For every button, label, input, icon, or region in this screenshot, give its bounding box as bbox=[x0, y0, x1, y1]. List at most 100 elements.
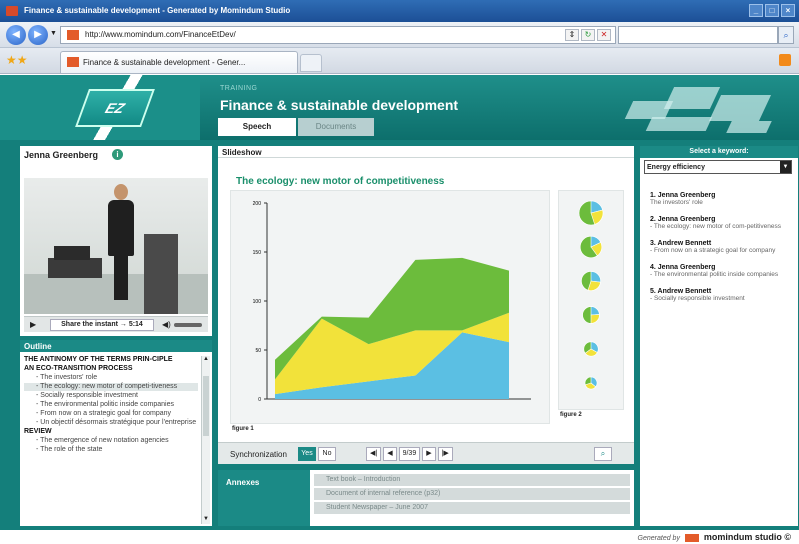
outline-item[interactable]: - The emergence of new notation agencies bbox=[24, 437, 198, 445]
volume-icon[interactable]: ◀) bbox=[162, 320, 171, 329]
pie-chart bbox=[584, 376, 598, 390]
outline-item[interactable]: THE ANTINOMY OF THE TERMS PRIN-CIPLE bbox=[24, 356, 198, 364]
first-slide-button[interactable]: ◀| bbox=[366, 447, 382, 461]
refresh-icon[interactable]: ↻ bbox=[581, 29, 595, 41]
course-title: Finance & sustainable development bbox=[220, 97, 459, 113]
outline-item[interactable]: - The role of the state bbox=[24, 446, 198, 454]
figure-1-label: figure 1 bbox=[232, 426, 254, 432]
tab-documents[interactable]: Documents bbox=[298, 118, 374, 136]
outline-list: THE ANTINOMY OF THE TERMS PRIN-CIPLE AN E… bbox=[24, 356, 198, 524]
rss-icon[interactable] bbox=[779, 54, 791, 66]
outline-item[interactable]: AN ECO-TRANSITION PROCESS bbox=[24, 365, 198, 373]
outline-item[interactable]: - Un objectif désormais stratégique pour… bbox=[24, 419, 198, 427]
dropdown-icon[interactable]: ⇕ bbox=[565, 29, 579, 41]
keyword-result[interactable]: 3. Andrew Bennett - From now on a strateg… bbox=[650, 240, 790, 255]
volume-slider[interactable] bbox=[174, 323, 202, 327]
close-button[interactable]: × bbox=[781, 4, 795, 17]
figure-2-label: figure 2 bbox=[560, 412, 582, 418]
outline-item[interactable]: - The environmental politic inside compa… bbox=[24, 401, 198, 409]
outline-item[interactable]: - Socially responsible investment bbox=[24, 392, 198, 400]
keyword-result-desc: The investors' role bbox=[650, 199, 703, 206]
outline-item[interactable]: - The investors' role bbox=[24, 374, 198, 382]
keyword-result-desc: - The ecology: new motor of com-petitive… bbox=[650, 223, 782, 230]
keyword-result-name: 5. Andrew Bennett bbox=[650, 288, 712, 295]
slideshow-panel: Slideshow The ecology: new motor of comp… bbox=[218, 146, 634, 464]
keyword-selected: Energy efficiency bbox=[647, 164, 705, 171]
pager: ◀| ◀ 9/39 ▶ |▶ bbox=[366, 447, 453, 461]
keyword-result-name: 2. Jenna Greenberg bbox=[650, 216, 716, 223]
maximize-button[interactable]: □ bbox=[765, 4, 779, 17]
keyword-header: Select a keyword: bbox=[640, 146, 798, 158]
y-tick-label: 50 bbox=[255, 348, 261, 354]
y-tick-label: 0 bbox=[258, 397, 261, 403]
search-icon[interactable]: ⌕ bbox=[778, 26, 794, 44]
tab-speech[interactable]: Speech bbox=[218, 118, 296, 136]
keyword-result[interactable]: 4. Jenna Greenberg - The environmental po… bbox=[650, 264, 790, 279]
info-icon[interactable]: i bbox=[112, 149, 123, 160]
keyword-result[interactable]: 1. Jenna Greenberg The investors' role bbox=[650, 192, 790, 207]
outline-item[interactable]: - From now on a strategic goal for compa… bbox=[24, 410, 198, 418]
site-favicon-icon bbox=[67, 30, 79, 40]
presenter-video[interactable] bbox=[24, 178, 208, 314]
presenter-name: Jenna Greenberg bbox=[24, 150, 99, 160]
keyword-result-name: 4. Jenna Greenberg bbox=[650, 264, 716, 271]
brand-name: momindum studio © bbox=[703, 532, 791, 542]
minimize-button[interactable]: _ bbox=[749, 4, 763, 17]
figure-1: 0 50 100 150 200 bbox=[230, 190, 550, 424]
figure-2 bbox=[558, 190, 624, 410]
app-icon bbox=[6, 6, 18, 16]
bookmark-star-icon[interactable]: ★★ bbox=[6, 53, 28, 67]
y-tick-label: 200 bbox=[253, 201, 262, 207]
keyword-result-name: 1. Jenna Greenberg bbox=[650, 192, 716, 199]
keyword-result-desc: - Socially responsible investment bbox=[650, 295, 745, 302]
outline-scrollbar[interactable]: ▲ ▼ bbox=[201, 356, 210, 524]
history-dropdown-icon[interactable]: ▼ bbox=[50, 30, 57, 37]
area-chart: 0 50 100 150 200 bbox=[253, 201, 531, 403]
outline-item[interactable]: REVIEW bbox=[24, 428, 198, 436]
keyword-result-desc: - The environmental politic inside compa… bbox=[650, 271, 779, 278]
new-tab-button[interactable] bbox=[300, 54, 322, 72]
stop-icon[interactable]: ✕ bbox=[597, 29, 611, 41]
sync-bar: Synchronization Yes No ◀| ◀ 9/39 ▶ |▶ ⌕ bbox=[218, 442, 634, 464]
last-slide-button[interactable]: |▶ bbox=[437, 447, 453, 461]
pie-chart bbox=[583, 341, 599, 357]
annex-item[interactable]: Text book – Introduction bbox=[314, 474, 630, 486]
search-input[interactable] bbox=[618, 26, 778, 44]
app-header: EZ TRAINING Finance & sustainable develo… bbox=[0, 75, 799, 140]
sync-yes-button[interactable]: Yes bbox=[298, 447, 316, 461]
navigation-bar: ◀ ▶ ▼ http://www.momindum.com/FinanceEtD… bbox=[0, 22, 799, 48]
tab-bar: ★★ Finance & sustainable development - G… bbox=[0, 48, 799, 74]
play-icon[interactable]: ▶ bbox=[30, 320, 36, 329]
keyword-result[interactable]: 2. Jenna Greenberg - The ecology: new mot… bbox=[650, 216, 790, 231]
outline-title: Outline bbox=[20, 340, 212, 352]
sync-no-button[interactable]: No bbox=[318, 447, 336, 461]
annexes-title: Annexes bbox=[218, 470, 310, 526]
keyword-select[interactable]: Energy efficiency ▼ bbox=[644, 160, 792, 174]
prev-slide-button[interactable]: ◀ bbox=[383, 447, 397, 461]
keyword-result-name: 3. Andrew Bennett bbox=[650, 240, 712, 247]
slide-counter: 9/39 bbox=[398, 447, 421, 461]
forward-button[interactable]: ▶ bbox=[28, 25, 48, 45]
address-bar[interactable]: http://www.momindum.com/FinanceEtDev/ ⇕ … bbox=[60, 26, 616, 44]
outline-item[interactable]: - The ecology: new motor of competi-tive… bbox=[24, 383, 198, 391]
generated-by-label: Generated by bbox=[637, 535, 680, 542]
header-decoration bbox=[619, 81, 789, 136]
next-slide-button[interactable]: ▶ bbox=[422, 447, 436, 461]
pie-chart bbox=[578, 200, 604, 226]
y-tick-label: 100 bbox=[253, 299, 262, 305]
outline-panel: Outline THE ANTINOMY OF THE TERMS PRIN-C… bbox=[20, 340, 212, 526]
keyword-result[interactable]: 5. Andrew Bennett - Socially responsible … bbox=[650, 288, 790, 303]
annex-item[interactable]: Document of internal reference (p32) bbox=[314, 488, 630, 500]
presenter-panel: Jenna Greenberg i ▶ Share the instant → … bbox=[20, 146, 212, 336]
logo-area: EZ bbox=[0, 75, 200, 140]
tab-title: Finance & sustainable development - Gene… bbox=[83, 58, 246, 67]
back-button[interactable]: ◀ bbox=[6, 25, 26, 45]
keyword-result-desc: - From now on a strategic goal for compa… bbox=[650, 247, 776, 254]
chevron-down-icon[interactable]: ▼ bbox=[780, 161, 791, 173]
annex-item[interactable]: Student Newspaper – June 2007 bbox=[314, 502, 630, 514]
browser-tab[interactable]: Finance & sustainable development - Gene… bbox=[60, 51, 298, 73]
share-instant-button[interactable]: Share the instant → 5:14 bbox=[50, 319, 154, 331]
zoom-icon[interactable]: ⌕ bbox=[594, 447, 612, 461]
sync-label: Synchronization bbox=[230, 450, 287, 459]
pie-chart bbox=[579, 235, 603, 259]
